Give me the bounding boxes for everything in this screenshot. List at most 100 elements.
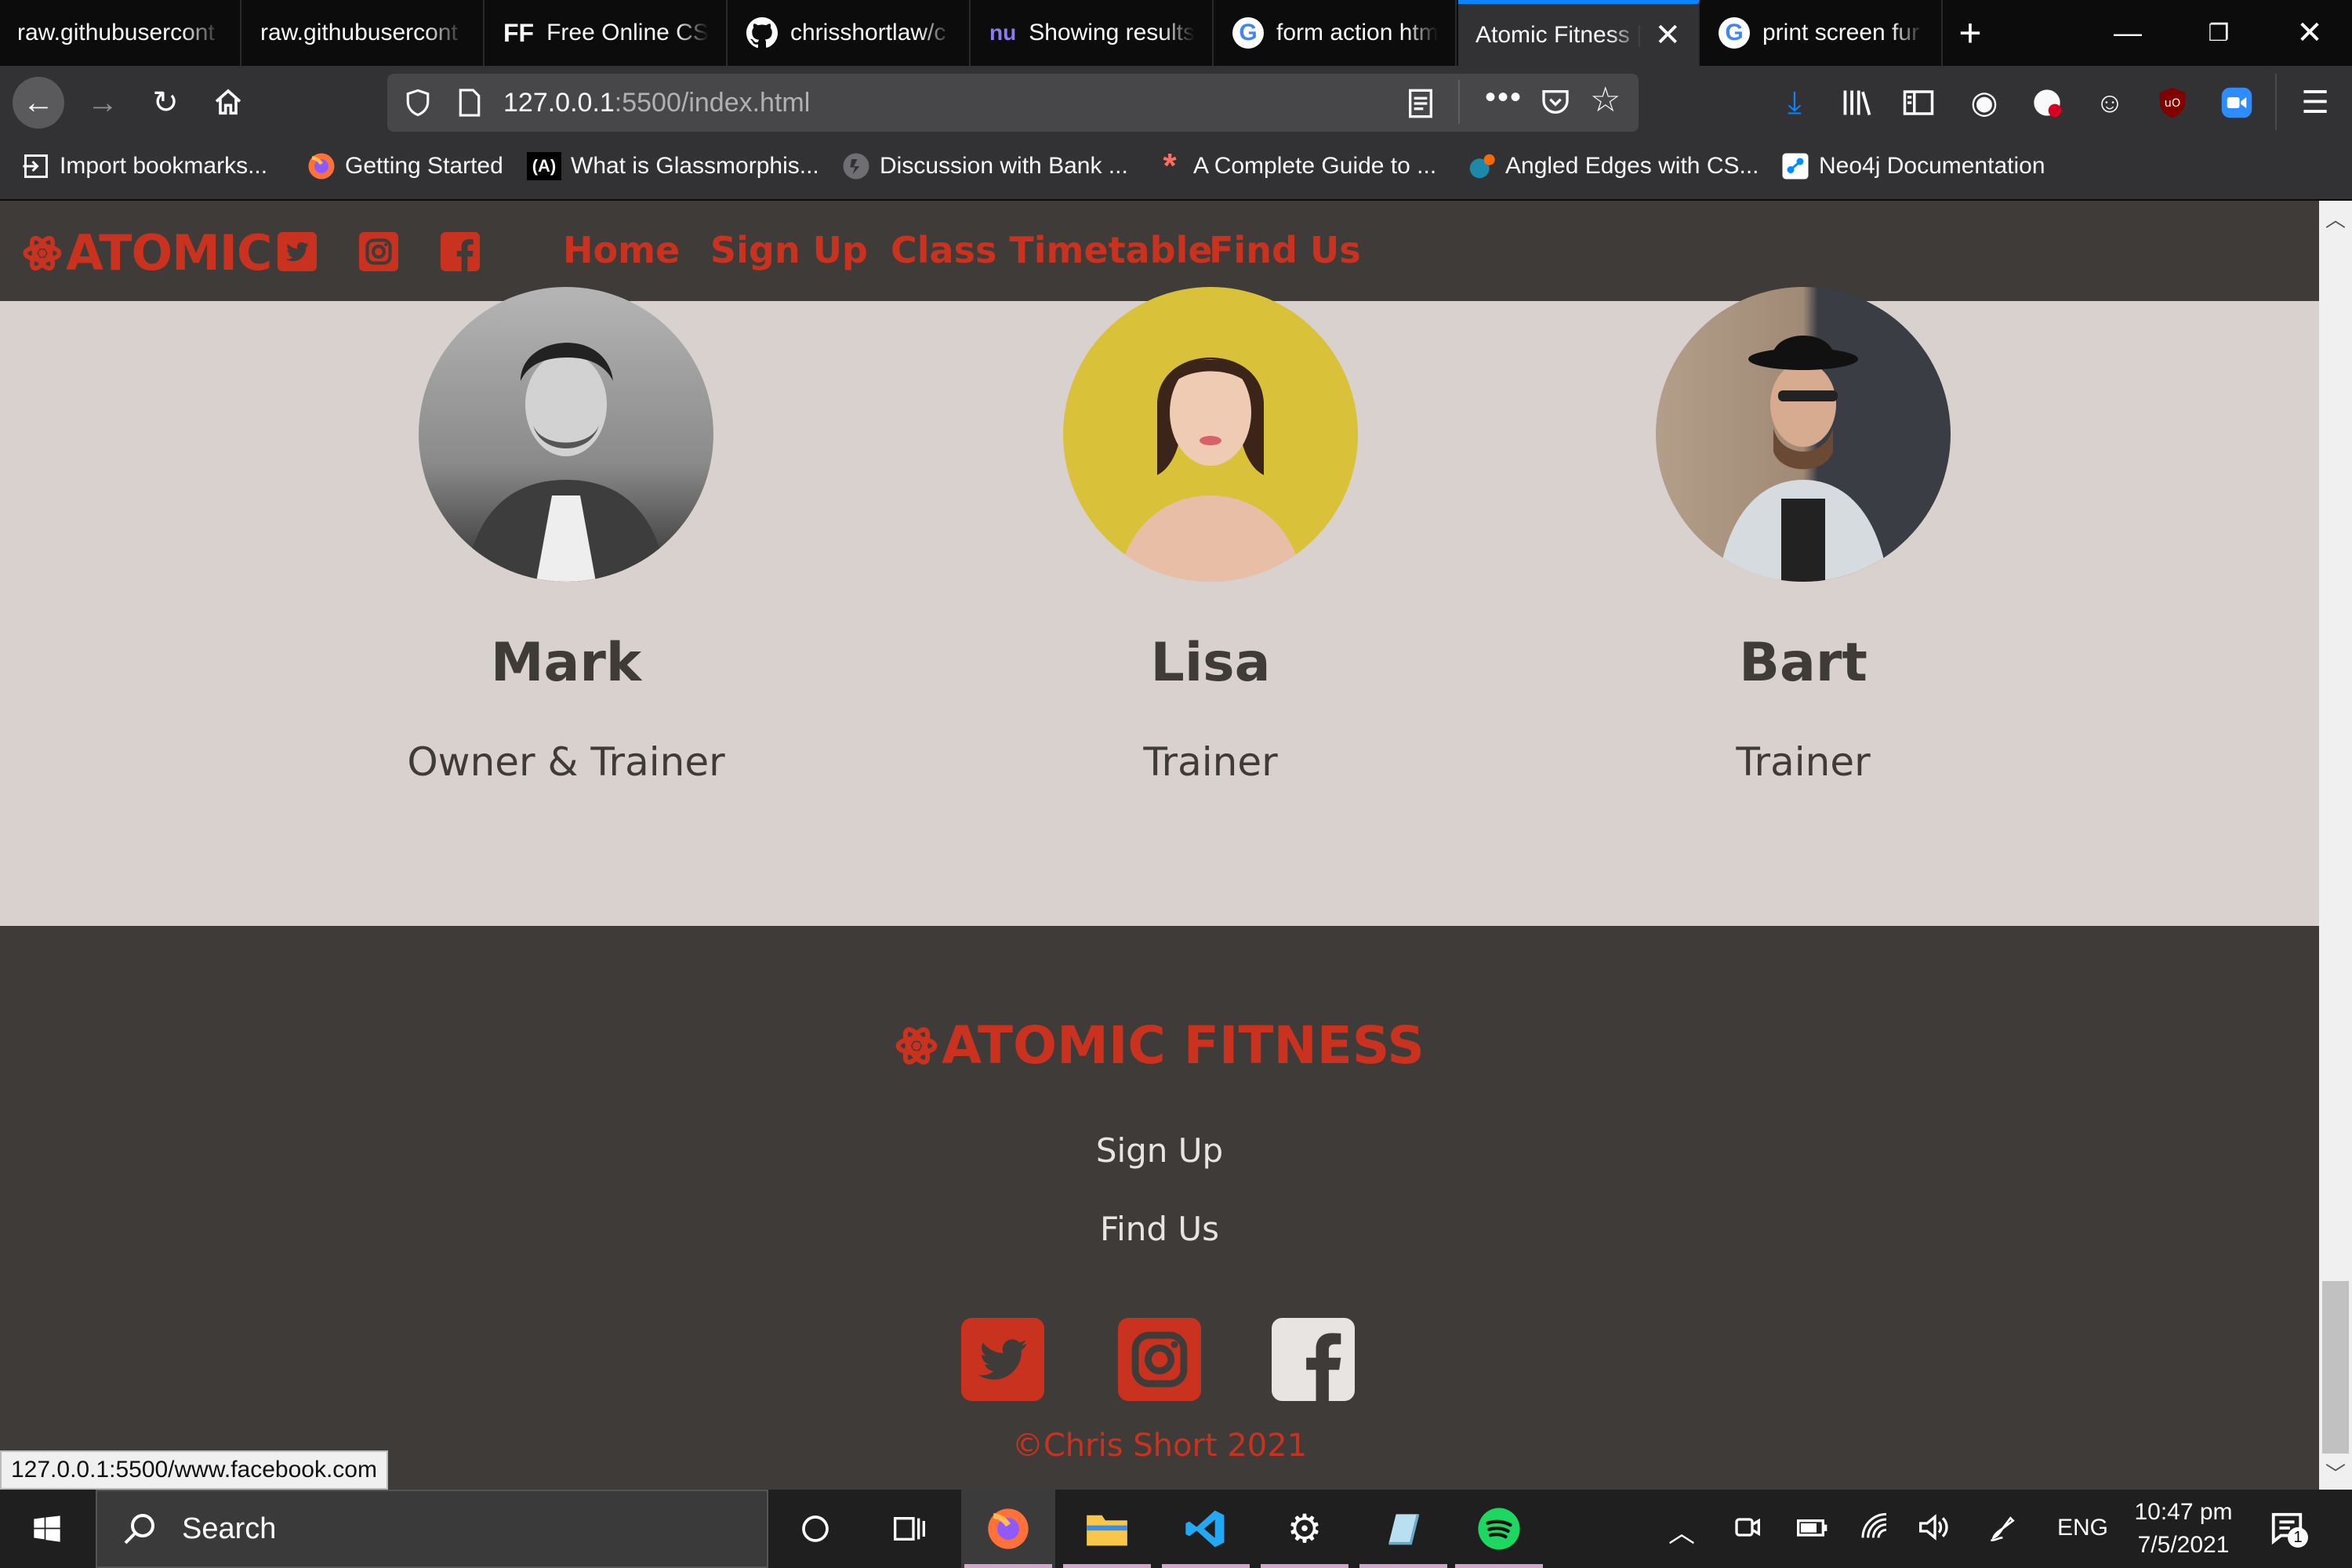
search-icon xyxy=(124,1514,154,1544)
tray-clock[interactable]: 10:47 pm 7/5/2021 xyxy=(2131,1499,2236,1559)
nav-timetable-link[interactable]: Class Timetable xyxy=(891,229,1213,271)
bookmark-discussion[interactable]: Discussion with Bank ... xyxy=(842,152,1128,180)
team-section: Mark Owner & Trainer Lisa Trainer Bart T… xyxy=(0,287,2319,926)
close-window-button[interactable]: ✕ xyxy=(2264,0,2352,66)
tab-title: print screen fur xyxy=(1762,20,1920,45)
hamburger-menu-icon[interactable]: ☰ xyxy=(2297,85,2333,121)
cortana-button[interactable] xyxy=(768,1490,862,1568)
tray-volume-icon[interactable] xyxy=(1918,1512,1952,1550)
library-icon[interactable] xyxy=(1839,85,1875,121)
nav-home-link[interactable]: Home xyxy=(563,229,680,271)
task-view-icon xyxy=(894,1517,925,1541)
taskbar-notes-app[interactable] xyxy=(1356,1490,1450,1568)
tab-3[interactable]: FF Free Online CSS xyxy=(486,0,728,66)
reader-view-icon[interactable] xyxy=(1406,88,1435,126)
taskbar-spotify[interactable] xyxy=(1452,1490,1546,1568)
address-bar[interactable]: 127.0.0.1:5500/index.html ••• ☆ xyxy=(387,74,1639,132)
page-scrollbar[interactable]: ︿ ﹀ xyxy=(2319,201,2352,1490)
import-icon xyxy=(22,152,50,180)
forward-button[interactable]: → xyxy=(77,77,129,129)
scroll-down-arrow[interactable]: ﹀ xyxy=(2319,1458,2352,1490)
tray-language[interactable]: ENG xyxy=(2057,1515,2108,1541)
page-icon xyxy=(458,88,486,118)
tab-7-active[interactable]: Atomic Fitness | ✕ xyxy=(1458,0,1700,66)
team-member-card: Mark Owner & Trainer xyxy=(331,287,801,785)
bookmark-angled-edges[interactable]: Angled Edges with CS... xyxy=(1468,152,1759,180)
taskbar-search-box[interactable]: Search xyxy=(96,1490,768,1568)
minimize-button[interactable]: — xyxy=(2082,0,2173,66)
member-role: Trainer xyxy=(1143,739,1278,785)
download-icon[interactable]: ⤓ xyxy=(1777,85,1813,121)
scroll-up-arrow[interactable]: ︿ xyxy=(2319,204,2352,235)
taskbar-settings[interactable]: ⚙ xyxy=(1258,1490,1352,1568)
tab-6[interactable]: G form action htm xyxy=(1215,0,1457,66)
tab-8[interactable]: G print screen fur xyxy=(1701,0,1943,66)
tray-pen-icon[interactable] xyxy=(1987,1512,2021,1550)
bookmark-neo4j[interactable]: Neo4j Documentation xyxy=(1781,152,2045,180)
footer-findus-link[interactable]: Find Us xyxy=(0,1210,2319,1248)
back-button[interactable]: ← xyxy=(13,77,64,129)
tab-2[interactable]: raw.githubusercont xyxy=(243,0,485,66)
shield-icon[interactable] xyxy=(405,88,436,118)
tray-meet-now-icon[interactable] xyxy=(1733,1512,1764,1550)
url-divider xyxy=(1458,80,1460,124)
nu-icon: nu xyxy=(989,20,1017,45)
task-view-button[interactable] xyxy=(862,1490,956,1568)
close-tab-icon[interactable]: ✕ xyxy=(1654,17,1681,53)
action-center-button[interactable]: 1 xyxy=(2269,1510,2308,1553)
cortana-icon xyxy=(802,1515,829,1542)
new-tab-button[interactable]: + xyxy=(1944,0,1996,66)
pocket-icon[interactable] xyxy=(1540,86,1571,125)
twitter-icon[interactable] xyxy=(278,232,317,271)
tab-title: chrisshortlaw/c xyxy=(790,20,946,45)
toolbar-divider xyxy=(2275,74,2277,130)
scroll-thumb[interactable] xyxy=(2322,1281,2349,1454)
bookmark-glassmorphism[interactable]: (A) What is Glassmorphis... xyxy=(527,152,819,180)
bookmark-label: Neo4j Documentation xyxy=(1819,153,2045,179)
site-logo[interactable]: ATOMIC xyxy=(22,224,272,281)
zoom-icon[interactable] xyxy=(2219,85,2255,121)
google-icon: G xyxy=(1719,17,1750,49)
sidebar-icon[interactable] xyxy=(1900,85,1936,121)
notes-app-icon xyxy=(1388,1513,1420,1545)
bookmark-getting-started[interactable]: Getting Started xyxy=(307,152,503,180)
member-name: Bart xyxy=(1739,632,1867,694)
tab-4[interactable]: chrisshortlaw/c xyxy=(729,0,971,66)
tray-battery-icon[interactable] xyxy=(1795,1512,1830,1550)
footer-signup-link[interactable]: Sign Up xyxy=(0,1131,2319,1170)
firefox-icon xyxy=(307,152,336,180)
nav-findus-link[interactable]: Find Us xyxy=(1209,229,1361,271)
atom-icon xyxy=(895,1026,938,1065)
reload-button[interactable]: ↻ xyxy=(140,77,191,129)
bookmark-complete-guide[interactable]: * A Complete Guide to ... xyxy=(1156,147,1436,185)
tray-wifi-icon[interactable] xyxy=(1858,1512,1891,1550)
footer-twitter-icon[interactable] xyxy=(961,1318,1044,1401)
tray-overflow-chevron-icon[interactable]: ︿ xyxy=(1668,1512,1695,1550)
facebook-icon[interactable] xyxy=(441,232,480,271)
tab-1[interactable]: raw.githubusercont xyxy=(0,0,241,66)
taskbar-file-explorer[interactable] xyxy=(1060,1490,1154,1568)
glass-icon: (A) xyxy=(527,152,561,180)
tab-title: Free Online CSS xyxy=(546,20,709,45)
footer-facebook-icon[interactable] xyxy=(1272,1318,1355,1401)
disc-icon xyxy=(842,152,870,180)
start-button[interactable] xyxy=(0,1490,94,1568)
home-button[interactable] xyxy=(202,77,254,129)
taskbar-firefox[interactable] xyxy=(961,1490,1055,1568)
taskbar-vscode[interactable] xyxy=(1159,1490,1253,1568)
bookmark-import[interactable]: Import bookmarks... xyxy=(22,152,267,180)
bookmark-star-icon[interactable]: ☆ xyxy=(1590,80,1621,120)
footer-logo[interactable]: ATOMIC FITNESS xyxy=(0,1015,2319,1076)
site-footer: ATOMIC FITNESS Sign Up Find Us ©Chris Sh… xyxy=(0,926,2319,1490)
nav-signup-link[interactable]: Sign Up xyxy=(710,229,868,271)
ublock-icon[interactable]: uO xyxy=(2154,85,2190,121)
page-actions-icon[interactable]: ••• xyxy=(1485,80,1523,115)
extension-mask-icon[interactable]: ☺ xyxy=(2092,85,2128,121)
restore-button[interactable]: ❐ xyxy=(2173,0,2264,66)
instagram-icon[interactable] xyxy=(359,232,398,271)
tab-5[interactable]: nu Showing results xyxy=(972,0,1214,66)
extension-privacy-icon[interactable] xyxy=(2029,85,2065,121)
link-status-tooltip: 127.0.0.1:5500/www.facebook.com xyxy=(0,1450,388,1490)
account-icon[interactable]: ◉ xyxy=(1966,85,2002,121)
footer-instagram-icon[interactable] xyxy=(1118,1318,1201,1401)
